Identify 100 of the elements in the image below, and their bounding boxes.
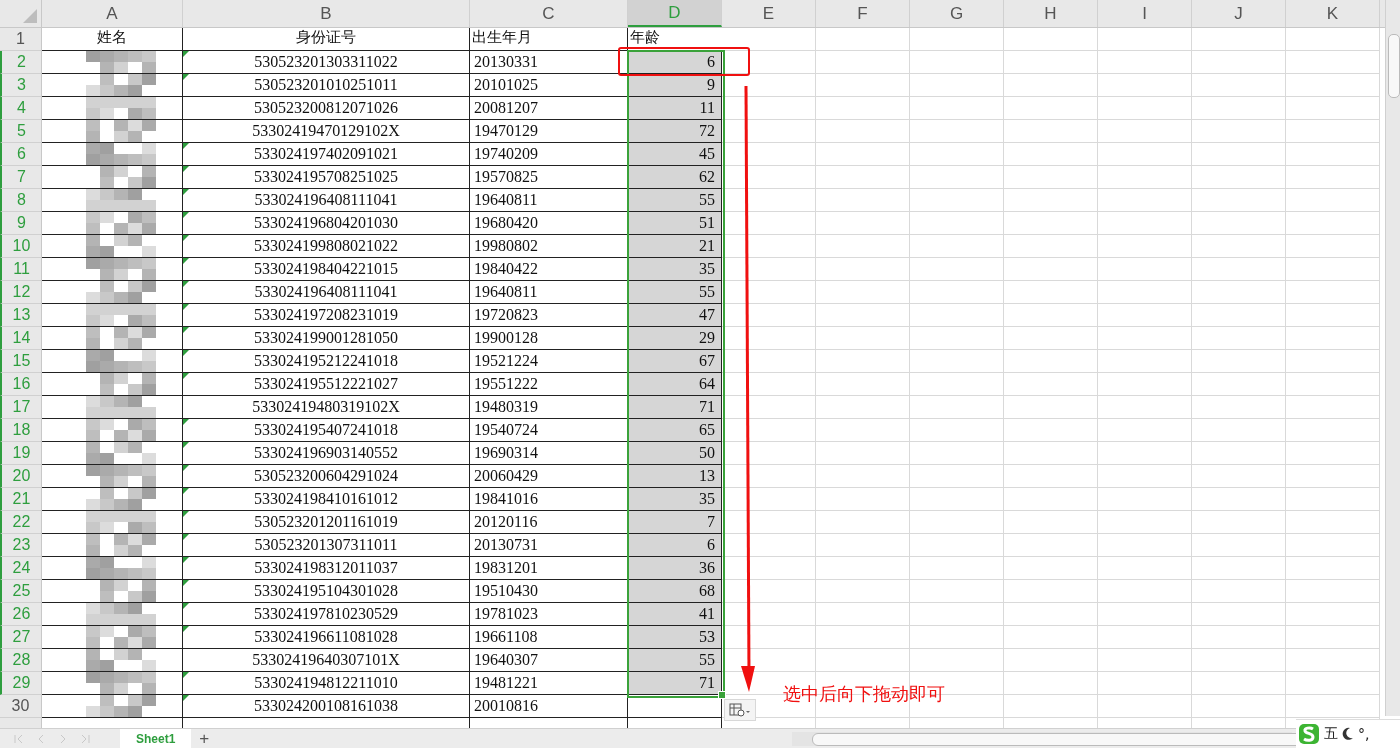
annotation-text: 选中后向下拖动即可 <box>783 682 945 706</box>
table-cell: 11 <box>628 97 722 120</box>
mosaic-drawing <box>86 212 156 234</box>
row-header[interactable]: 19 <box>0 442 42 465</box>
table-cell: 67 <box>628 350 722 373</box>
table-cell: 19690314 <box>470 442 628 465</box>
mosaic-drawing <box>86 258 156 280</box>
row-header[interactable]: 25 <box>0 580 42 603</box>
table-cell: 533024195407241018 <box>183 419 470 442</box>
row-header[interactable]: 9 <box>0 212 42 235</box>
table-cell: 55 <box>628 189 722 212</box>
input-mode-label[interactable]: 五 <box>1324 725 1338 743</box>
table-cell: 19740209 <box>470 143 628 166</box>
table-cell: 530523201303311022 <box>183 51 470 74</box>
row-header[interactable]: 22 <box>0 511 42 534</box>
mosaic-drawing <box>86 603 156 625</box>
mosaic-drawing <box>86 626 156 648</box>
autofill-options-button[interactable] <box>724 699 756 721</box>
vertical-scrollbar[interactable] <box>1385 0 1400 716</box>
row-header[interactable]: 5 <box>0 120 42 143</box>
row-header[interactable]: 13 <box>0 304 42 327</box>
table-cell: 50 <box>628 442 722 465</box>
row-header[interactable]: 1 <box>0 28 42 51</box>
table-cell: 533024194812211010 <box>183 672 470 695</box>
column-header[interactable]: F <box>816 0 910 27</box>
row-header[interactable]: 11 <box>0 258 42 281</box>
mosaic-drawing <box>86 189 156 211</box>
mosaic-drawing <box>86 74 156 96</box>
mosaic-drawing <box>86 695 156 717</box>
table-cell: 533024198410161012 <box>183 488 470 511</box>
table-cell: 41 <box>628 603 722 626</box>
table-cell: 533024195512221027 <box>183 373 470 396</box>
row-header[interactable]: 8 <box>0 189 42 212</box>
fill-handle[interactable] <box>718 691 726 699</box>
add-sheet-button[interactable]: + <box>191 729 218 748</box>
row-header[interactable]: 20 <box>0 465 42 488</box>
column-header[interactable]: A <box>42 0 183 27</box>
table-cell: 19640811 <box>470 189 628 212</box>
table-cell: 72 <box>628 120 722 143</box>
column-header[interactable]: E <box>722 0 816 27</box>
header-cell: 身份证号 <box>183 28 470 51</box>
mosaic-drawing <box>86 304 156 326</box>
table-cell: 19570825 <box>470 166 628 189</box>
row-header[interactable]: 28 <box>0 649 42 672</box>
column-header[interactable]: G <box>910 0 1004 27</box>
column-header[interactable]: K <box>1286 0 1380 27</box>
table-cell: 19900128 <box>470 327 628 350</box>
column-header[interactable]: H <box>1004 0 1098 27</box>
table-cell: 45 <box>628 143 722 166</box>
row-header[interactable]: 27 <box>0 626 42 649</box>
column-header[interactable]: I <box>1098 0 1192 27</box>
table-cell: 19841016 <box>470 488 628 511</box>
row-header[interactable]: 12 <box>0 281 42 304</box>
sheet-tab[interactable]: Sheet1 <box>120 729 192 748</box>
table-cell: 19551222 <box>470 373 628 396</box>
table-cell: 29 <box>628 327 722 350</box>
table-cell: 19640811 <box>470 281 628 304</box>
table-cell: 530523201010251011 <box>183 74 470 97</box>
mosaic-drawing <box>86 327 156 349</box>
table-cell: 20120116 <box>470 511 628 534</box>
table-cell: 19540724 <box>470 419 628 442</box>
row-header[interactable]: 6 <box>0 143 42 166</box>
row-header[interactable]: 24 <box>0 557 42 580</box>
row-header[interactable]: 16 <box>0 373 42 396</box>
column-header[interactable]: J <box>1192 0 1286 27</box>
table-cell: 13 <box>628 465 722 488</box>
table-cell: 530523201201161019 <box>183 511 470 534</box>
row-header[interactable]: 3 <box>0 74 42 97</box>
table-cell: 36 <box>628 557 722 580</box>
table-cell: 53302419640307101X <box>183 649 470 672</box>
row-header[interactable]: 26 <box>0 603 42 626</box>
table-cell: 533024199001281050 <box>183 327 470 350</box>
moon-icon[interactable] <box>1342 727 1354 741</box>
row-header[interactable]: 21 <box>0 488 42 511</box>
table-cell: 530523200604291024 <box>183 465 470 488</box>
row-header[interactable]: 2 <box>0 51 42 74</box>
table-cell: 19781023 <box>470 603 628 626</box>
column-header[interactable]: B <box>183 0 470 27</box>
corner-triangle-icon <box>23 9 37 23</box>
row-header[interactable]: 4 <box>0 97 42 120</box>
table-cell: 533024197402091021 <box>183 143 470 166</box>
table-cell: 533024196611081028 <box>183 626 470 649</box>
column-header[interactable]: D <box>628 0 722 27</box>
punctuation-mode-label[interactable]: °, <box>1358 726 1370 742</box>
row-header[interactable]: 17 <box>0 396 42 419</box>
table-cell: 533024198312011037 <box>183 557 470 580</box>
row-header[interactable]: 30 <box>0 695 42 718</box>
row-header[interactable]: 18 <box>0 419 42 442</box>
table-cell: 19661108 <box>470 626 628 649</box>
row-header[interactable]: 14 <box>0 327 42 350</box>
row-header[interactable]: 29 <box>0 672 42 695</box>
mosaic-drawing <box>86 350 156 372</box>
table-cell: 6 <box>628 534 722 557</box>
table-cell: 53 <box>628 626 722 649</box>
row-header[interactable]: 7 <box>0 166 42 189</box>
row-header[interactable]: 15 <box>0 350 42 373</box>
table-cell: 19510430 <box>470 580 628 603</box>
ime-logo-icon[interactable] <box>1298 723 1320 745</box>
row-header[interactable]: 10 <box>0 235 42 258</box>
row-header[interactable]: 23 <box>0 534 42 557</box>
